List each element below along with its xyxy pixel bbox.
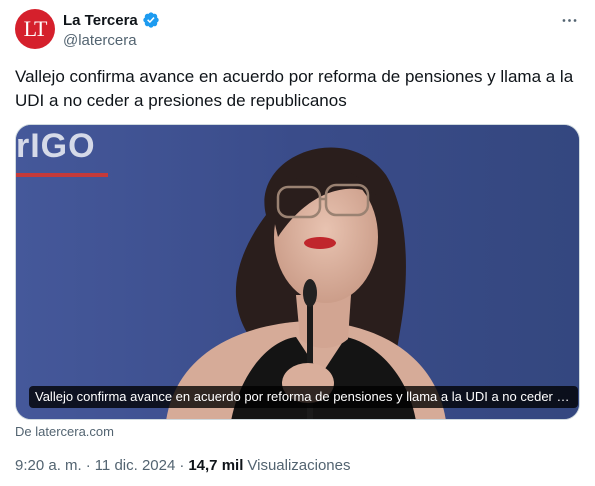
- card-brand-fragment: rIGO: [16, 127, 96, 165]
- author-block: La Tercera @latercera: [63, 10, 160, 49]
- views-label: Visualizaciones: [247, 457, 351, 474]
- views-count: 14,7 mil: [188, 457, 244, 474]
- more-options-button[interactable]: [557, 10, 581, 30]
- tweet-meta: 9:20 a. m. · 11 dic. 2024 · 14,7 mil Vis…: [15, 457, 351, 474]
- link-card[interactable]: rIGO Vallejo confirma avance en acuerdo …: [15, 124, 580, 420]
- tweet-date[interactable]: 11 dic. 2024: [95, 457, 176, 474]
- author-handle[interactable]: @latercera: [63, 32, 160, 49]
- card-source-link[interactable]: De latercera.com: [15, 424, 114, 439]
- avatar-text: LT: [23, 16, 48, 41]
- tweet: LT La Tercera @latercera Vallejo confirm…: [0, 0, 595, 486]
- meta-separator-2: ·: [179, 457, 185, 474]
- name-row: La Tercera: [63, 10, 160, 30]
- avatar[interactable]: LT: [15, 9, 55, 49]
- tweet-text: Vallejo confirma avance en acuerdo por r…: [15, 67, 574, 110]
- article-photo: [16, 125, 579, 419]
- author-name[interactable]: La Tercera: [63, 12, 138, 29]
- more-horizontal-icon: [562, 18, 576, 22]
- verified-badge-icon: [142, 11, 160, 29]
- meta-separator: ·: [85, 457, 91, 474]
- card-caption: Vallejo confirma avance en acuerdo por r…: [29, 386, 578, 408]
- tweet-time[interactable]: 9:20 a. m.: [15, 457, 82, 474]
